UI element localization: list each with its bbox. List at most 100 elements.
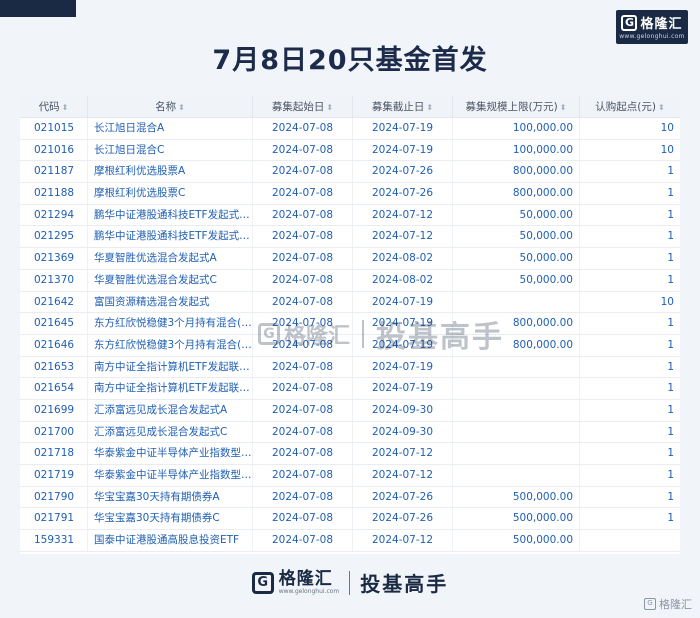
- cell-name[interactable]: 汇添富远见成长混合发起式A: [88, 399, 253, 421]
- sort-icon: ⬍: [658, 103, 665, 112]
- table-row[interactable]: 021188 摩根红利优选股票C 2024-07-08 2024-07-26 800,0…: [20, 183, 680, 205]
- cell-start-date: 2024-07-08: [253, 421, 353, 443]
- cell-name[interactable]: 东方红欣悦稳健3个月持有混合(…: [88, 313, 253, 334]
- cell-code[interactable]: 021369: [20, 248, 88, 269]
- cell-code[interactable]: 021295: [20, 226, 88, 248]
- cell-min-subscription: 1: [667, 469, 674, 481]
- cell-name[interactable]: 鹏华中证港股通科技ETF发起式…: [88, 226, 253, 248]
- cell-start-date: 2024-07-08: [253, 356, 353, 378]
- cell-code[interactable]: 021699: [20, 399, 88, 421]
- brand-name: 格隆汇: [640, 17, 683, 32]
- table-row[interactable]: 021369 华夏智胜优选混合发起式A 2024-07-08 2024-08-02 50…: [20, 248, 680, 270]
- cell-start-date: 2024-07-08: [253, 139, 353, 161]
- table-row[interactable]: 021294 鹏华中证港股通科技ETF发起式… 2024-07-08 2024-07-…: [20, 204, 680, 227]
- cell-min-subscription: 10: [660, 143, 674, 156]
- cell-name[interactable]: 国泰中证港股通高股息投资ETF: [88, 530, 253, 551]
- cell-end-date: 2024-07-19: [353, 118, 453, 139]
- table-header-row: 代码 ⬍ 名称 ⬍ 募集起始日 ⬍ 募集截止日 ⬍ 募集规模上限(万元) ⬍ 认购起点(元…: [20, 96, 680, 118]
- cell-code[interactable]: 021187: [20, 161, 88, 183]
- cell-min-subscription: 1: [667, 360, 674, 373]
- cell-name[interactable]: 鹏华中证港股通科技ETF发起式…: [88, 204, 253, 226]
- cell-end-date: 2024-07-19: [353, 356, 453, 378]
- cell-code[interactable]: 021645: [20, 313, 88, 334]
- cell-size-cap: 50,000.00: [453, 204, 580, 226]
- column-header-size-cap[interactable]: 募集规模上限(万元) ⬍: [453, 96, 580, 117]
- table-row[interactable]: 021700 汇添富远见成长混合发起式C 2024-07-08 2024-09-30 1: [20, 421, 680, 444]
- cell-size-cap: [453, 465, 580, 486]
- cell-code[interactable]: 021016: [20, 139, 88, 161]
- cell-code[interactable]: 021700: [20, 421, 88, 443]
- column-header-code[interactable]: 代码 ⬍: [20, 96, 88, 117]
- table-row[interactable]: 021642 富国资源精选混合发起式 2024-07-08 2024-07-19 10: [20, 291, 680, 314]
- cell-name[interactable]: 长江旭日混合C: [88, 139, 253, 161]
- cell-size-cap: 500,000.00: [453, 486, 580, 508]
- cell-name[interactable]: 华宝宝嘉30天持有期债券A: [88, 486, 253, 508]
- cell-min-subscription: 1: [667, 425, 674, 438]
- cell-name[interactable]: 华夏智胜优选混合发起式A: [88, 248, 253, 269]
- column-header-end-date[interactable]: 募集截止日 ⬍: [353, 96, 453, 117]
- cell-start-date: 2024-07-08: [253, 118, 353, 139]
- cell-code[interactable]: 021718: [20, 443, 88, 464]
- cell-code[interactable]: 021790: [20, 486, 88, 508]
- cell-name[interactable]: 富国资源精选混合发起式: [88, 291, 253, 313]
- cell-start-date: 2024-07-08: [253, 269, 353, 291]
- cell-name[interactable]: 摩根红利优选股票C: [88, 183, 253, 204]
- table-row[interactable]: 021015 长江旭日混合A 2024-07-08 2024-07-19 100,000…: [20, 118, 680, 140]
- table-row[interactable]: 159331 国泰中证港股通高股息投资ETF 2024-07-08 2024-07-1…: [20, 530, 680, 552]
- cell-name[interactable]: 南方中证全指计算机ETF发起联…: [88, 378, 253, 399]
- cell-name[interactable]: 汇添富远见成长混合发起式C: [88, 421, 253, 443]
- cell-code[interactable]: 021791: [20, 508, 88, 530]
- sort-icon: ⬍: [61, 103, 69, 112]
- cell-min-subscription: 1: [667, 230, 674, 243]
- table-row[interactable]: 021645 东方红欣悦稳健3个月持有混合(… 2024-07-08 2024-07-…: [20, 313, 680, 335]
- table-row[interactable]: 021699 汇添富远见成长混合发起式A 2024-07-08 2024-09-30 1: [20, 399, 680, 422]
- cell-start-date: 2024-07-08: [253, 204, 353, 226]
- cell-code[interactable]: 021653: [20, 356, 88, 378]
- cell-code[interactable]: 021646: [20, 334, 88, 356]
- table-row[interactable]: 021790 华宝宝嘉30天持有期债券A 2024-07-08 2024-07-26 5…: [20, 486, 680, 509]
- cell-end-date: 2024-07-12: [353, 443, 453, 464]
- cell-name[interactable]: 摩根红利优选股票A: [88, 161, 253, 183]
- cell-name[interactable]: 南方中证全指计算机ETF发起联…: [88, 356, 253, 378]
- cell-name[interactable]: 东方红欣悦稳健3个月持有混合(…: [88, 334, 253, 356]
- cell-code[interactable]: 021370: [20, 269, 88, 291]
- cell-min-subscription: 1: [667, 490, 674, 503]
- cell-start-date: 2024-07-08: [253, 486, 353, 508]
- cell-code[interactable]: 159331: [20, 530, 88, 551]
- table-row[interactable]: 021016 长江旭日混合C 2024-07-08 2024-07-19 100,000…: [20, 139, 680, 162]
- cell-code[interactable]: 021642: [20, 291, 88, 313]
- sort-icon: ⬍: [426, 103, 434, 112]
- table-row[interactable]: 021791 华宝宝嘉30天持有期债券C 2024-07-08 2024-07-26 5…: [20, 508, 680, 531]
- cell-name[interactable]: 华夏智胜优选混合发起式C: [88, 269, 253, 291]
- cell-size-cap: 50,000.00: [453, 269, 580, 291]
- cell-start-date: 2024-07-08: [253, 378, 353, 399]
- cell-start-date: 2024-07-08: [253, 530, 353, 551]
- table-row[interactable]: 021654 南方中证全指计算机ETF发起联… 2024-07-08 2024-07-…: [20, 378, 680, 400]
- cell-name[interactable]: 华宝宝嘉30天持有期债券C: [88, 508, 253, 530]
- divider: [349, 570, 351, 595]
- table-row[interactable]: 021718 华泰紫金中证半导体产业指数型… 2024-07-08 2024-07-1…: [20, 443, 680, 465]
- cell-name[interactable]: 长江旭日混合A: [88, 118, 253, 139]
- table-row[interactable]: 021295 鹏华中证港股通科技ETF发起式… 2024-07-08 2024-07-…: [20, 226, 680, 249]
- cell-code[interactable]: 021719: [20, 465, 88, 486]
- cell-code[interactable]: 021015: [20, 118, 88, 139]
- cell-size-cap: 800,000.00: [453, 183, 580, 204]
- cell-min-subscription: 1: [667, 512, 674, 525]
- g-logo-icon: G: [621, 14, 638, 31]
- table-row[interactable]: 021646 东方红欣悦稳健3个月持有混合(… 2024-07-08 2024-07-…: [20, 334, 680, 357]
- table-row[interactable]: 021719 华泰紫金中证半导体产业指数型… 2024-07-08 2024-07-1…: [20, 465, 680, 487]
- table-row[interactable]: 021653 南方中证全指计算机ETF发起联… 2024-07-08 2024-07-…: [20, 356, 680, 379]
- table-row[interactable]: 021187 摩根红利优选股票A 2024-07-08 2024-07-26 800,0…: [20, 161, 680, 184]
- column-header-name[interactable]: 名称 ⬍: [88, 96, 253, 117]
- cell-code[interactable]: 021188: [20, 183, 88, 204]
- cell-end-date: 2024-07-19: [353, 378, 453, 399]
- column-header-min-subscription[interactable]: 认购起点(元) ⬍: [580, 96, 680, 117]
- cell-end-date: 2024-08-02: [353, 248, 453, 269]
- cell-name[interactable]: 华泰紫金中证半导体产业指数型…: [88, 443, 253, 464]
- cell-name[interactable]: 华泰紫金中证半导体产业指数型…: [88, 465, 253, 486]
- corner-decoration: [0, 0, 76, 17]
- cell-code[interactable]: 021294: [20, 204, 88, 226]
- column-header-start-date[interactable]: 募集起始日 ⬍: [253, 96, 353, 117]
- cell-code[interactable]: 021654: [20, 378, 88, 399]
- table-row[interactable]: 021370 华夏智胜优选混合发起式C 2024-07-08 2024-08-02 50…: [20, 269, 680, 292]
